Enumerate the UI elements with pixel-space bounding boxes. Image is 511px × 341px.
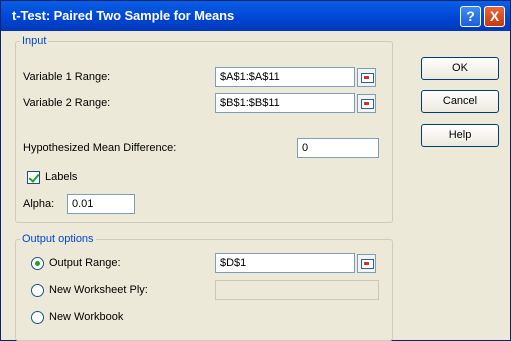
variable-1-range-label: Variable 1 Range: [23, 71, 111, 83]
alpha-label: Alpha: [23, 198, 55, 210]
variable-1-collapse-button[interactable] [357, 68, 376, 87]
variable-2-collapse-button[interactable] [357, 94, 376, 113]
new-worksheet-ply-input[interactable] [215, 280, 379, 300]
ttest-dialog: t-Test: Paired Two Sample for Means ? X … [0, 0, 511, 341]
variable-2-range-input[interactable]: $B$1:$B$11 [215, 93, 355, 113]
title-bar[interactable]: t-Test: Paired Two Sample for Means ? X [1, 1, 510, 31]
window-title: t-Test: Paired Two Sample for Means [12, 8, 235, 23]
variable-2-range-label: Variable 2 Range: [23, 97, 111, 109]
range-select-icon [361, 99, 374, 109]
labels-checkbox[interactable] [27, 171, 40, 184]
cancel-button[interactable]: Cancel [421, 90, 499, 113]
range-select-icon [361, 259, 374, 269]
variable-1-range-input[interactable]: $A$1:$A$11 [215, 67, 355, 87]
hypothesized-mean-difference-label: Hypothesized Mean Difference: [23, 142, 177, 154]
new-worksheet-ply-radio[interactable] [31, 284, 44, 297]
output-range-input[interactable]: $D$1 [215, 253, 355, 273]
output-options-legend: Output options [22, 233, 94, 245]
output-range-radio[interactable] [31, 257, 44, 270]
range-select-icon [361, 73, 374, 83]
alpha-input[interactable]: 0.01 [67, 194, 135, 214]
hypothesized-mean-difference-input[interactable]: 0 [297, 138, 379, 158]
new-workbook-label: New Workbook [49, 311, 124, 323]
help-button[interactable]: Help [421, 124, 499, 147]
labels-checkbox-label: Labels [45, 171, 78, 183]
input-group-legend: Input [22, 35, 47, 47]
ok-button[interactable]: OK [421, 57, 499, 80]
new-worksheet-ply-label: New Worksheet Ply: [49, 284, 148, 296]
new-workbook-radio[interactable] [31, 311, 44, 324]
help-icon[interactable]: ? [460, 6, 481, 27]
close-icon[interactable]: X [484, 6, 505, 27]
output-range-label: Output Range: [49, 257, 121, 269]
output-range-collapse-button[interactable] [357, 254, 376, 273]
